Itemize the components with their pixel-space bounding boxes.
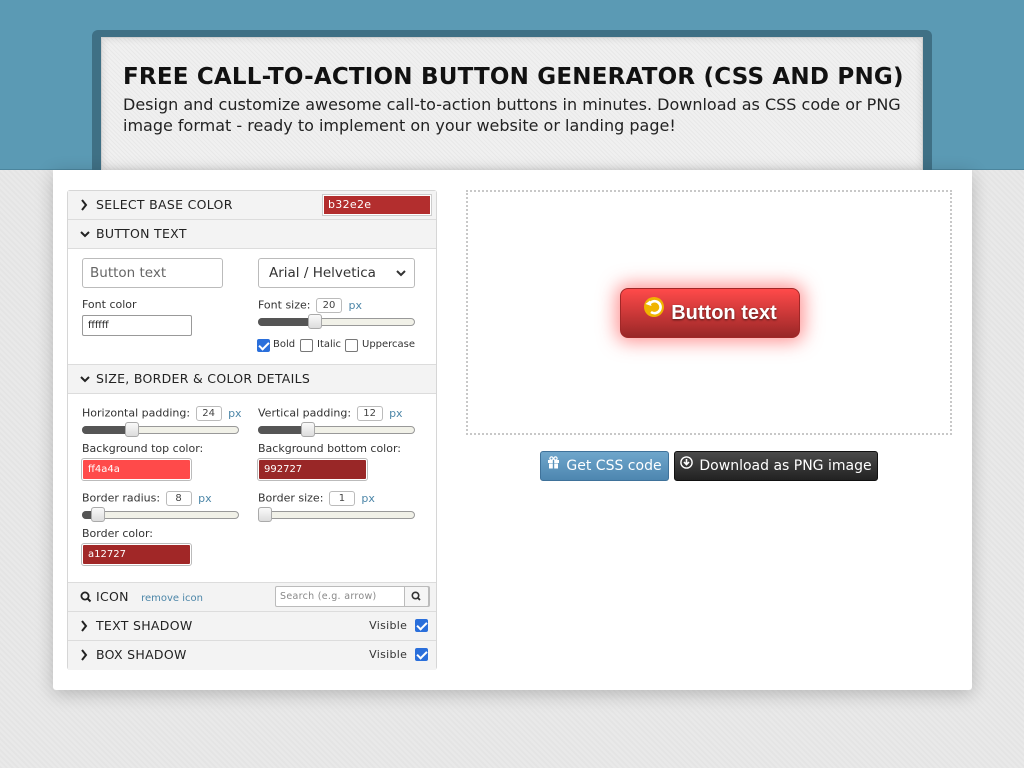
visible-label: Visible — [369, 648, 408, 661]
section-label: SELECT BASE COLOR — [96, 197, 233, 212]
v-padding-slider[interactable] — [258, 422, 415, 437]
button-text-placeholder: Button text — [90, 265, 167, 281]
preview-button[interactable]: Button text — [620, 288, 800, 338]
base-color-picker[interactable]: b32e2e — [322, 194, 432, 216]
italic-checkbox[interactable] — [300, 339, 313, 352]
button-text-input[interactable]: Button text — [82, 258, 223, 288]
slider-track — [82, 511, 239, 519]
remove-icon-link[interactable]: remove icon — [141, 593, 203, 604]
section-base-color[interactable]: SELECT BASE COLOR b32e2e — [68, 191, 436, 220]
font-color-label: Font color — [82, 298, 137, 311]
font-size-unit: px — [348, 298, 362, 312]
border-radius-slider[interactable] — [82, 507, 239, 522]
border-radius-unit: px — [198, 491, 212, 505]
icon-search-placeholder: Search (e.g. arrow) — [280, 591, 377, 602]
section-label: BOX SHADOW — [96, 647, 187, 662]
h-padding-input[interactable]: 24 — [195, 406, 222, 421]
border-size-label-text: Border size: — [258, 491, 324, 505]
border-radius-input[interactable]: 8 — [165, 491, 192, 506]
border-radius-label-text: Border radius: — [82, 491, 161, 505]
border-size-unit: px — [361, 491, 375, 505]
gift-icon — [547, 451, 560, 479]
generator-card: SELECT BASE COLOR b32e2e BUTTON TEXT But… — [53, 170, 972, 690]
section-text-shadow[interactable]: TEXT SHADOW Visible — [68, 612, 436, 641]
text-shadow-visible: Visible — [369, 612, 428, 640]
section-box-shadow[interactable]: BOX SHADOW Visible — [68, 641, 436, 670]
download-circle-icon — [680, 451, 694, 479]
border-size-label: Border size: 1 px — [258, 491, 375, 506]
slider-thumb[interactable] — [300, 422, 315, 437]
v-padding-input[interactable]: 12 — [356, 406, 383, 421]
bold-label: Bold — [273, 339, 296, 350]
visible-label: Visible — [369, 619, 408, 632]
border-color-field[interactable]: a12727 — [81, 543, 192, 566]
uppercase-label: Uppercase — [362, 339, 416, 350]
italic-label: Italic — [317, 339, 342, 350]
h-padding-unit: px — [228, 406, 242, 420]
slider-thumb[interactable] — [90, 507, 105, 522]
bg-top-label: Background top color: — [82, 442, 204, 455]
slider-thumb[interactable] — [258, 507, 272, 522]
bg-bottom-color-field[interactable]: 992727 — [257, 458, 368, 481]
undo-circle-arrow-icon — [643, 288, 665, 336]
section-label: TEXT SHADOW — [96, 618, 193, 633]
base-color-value: b32e2e — [328, 198, 372, 211]
download-png-button[interactable]: Download as PNG image — [674, 451, 878, 481]
preview-button-label: Button text — [671, 302, 777, 324]
font-family-value: Arial / Helvetica — [269, 265, 376, 281]
details-body: Horizontal padding: 24 px Vertical paddi… — [68, 394, 436, 583]
section-label: BUTTON TEXT — [96, 226, 187, 241]
download-png-label: Download as PNG image — [699, 458, 872, 474]
settings-panel: SELECT BASE COLOR b32e2e BUTTON TEXT But… — [67, 190, 437, 670]
button-text-body: Button text Arial / Helvetica Font color… — [68, 249, 436, 365]
font-size-label-text: Font size: — [258, 298, 311, 312]
box-shadow-visible: Visible — [369, 641, 428, 669]
icon-search-input[interactable]: Search (e.g. arrow) — [275, 586, 430, 607]
chevron-right-icon — [80, 641, 88, 680]
uppercase-checkbox[interactable] — [345, 339, 358, 352]
chevron-down-icon — [396, 259, 406, 298]
page-subtitle: Design and customize awesome call-to-act… — [123, 95, 901, 135]
v-padding-unit: px — [389, 406, 403, 420]
bg-bottom-label: Background bottom color: — [258, 442, 401, 455]
button-preview-area: Button text — [466, 190, 952, 435]
get-css-label: Get CSS code — [566, 458, 662, 474]
border-size-input[interactable]: 1 — [328, 491, 355, 506]
font-size-input[interactable]: 20 — [315, 298, 342, 313]
border-color-label: Border color: — [82, 527, 153, 540]
box-shadow-visible-checkbox[interactable] — [415, 647, 428, 661]
get-css-button[interactable]: Get CSS code — [540, 451, 669, 481]
section-label: ICON — [96, 589, 129, 604]
font-size-label: Font size: 20 px — [258, 298, 362, 313]
h-padding-label-text: Horizontal padding: — [82, 406, 191, 420]
font-family-select[interactable]: Arial / Helvetica — [258, 258, 415, 288]
section-icon[interactable]: ICON remove icon Search (e.g. arrow) — [68, 583, 436, 612]
slider-fill — [258, 318, 316, 326]
bold-checkbox[interactable] — [257, 339, 270, 352]
icon-search-button[interactable] — [404, 586, 429, 607]
font-color-field[interactable]: ffffff — [82, 315, 192, 336]
border-size-slider[interactable] — [258, 507, 415, 522]
section-label: SIZE, BORDER & COLOR DETAILS — [96, 371, 311, 386]
font-size-slider[interactable] — [258, 314, 415, 329]
h-padding-label: Horizontal padding: 24 px — [82, 406, 242, 421]
font-color-value: ffffff — [88, 320, 109, 331]
section-button-text[interactable]: BUTTON TEXT — [68, 220, 436, 249]
bg-bottom-color-value: 992727 — [264, 464, 303, 475]
v-padding-label-text: Vertical padding: — [258, 406, 352, 420]
border-color-value: a12727 — [88, 549, 126, 560]
border-radius-label: Border radius: 8 px — [82, 491, 212, 506]
section-size-border-color[interactable]: SIZE, BORDER & COLOR DETAILS — [68, 365, 436, 394]
v-padding-label: Vertical padding: 12 px — [258, 406, 403, 421]
bg-top-color-value: ff4a4a — [88, 464, 120, 475]
slider-thumb[interactable] — [124, 422, 139, 437]
page-title: FREE CALL-TO-ACTION BUTTON GENERATOR (CS… — [123, 64, 904, 90]
slider-thumb[interactable] — [308, 314, 323, 329]
header: FREE CALL-TO-ACTION BUTTON GENERATOR (CS… — [101, 37, 923, 170]
bg-top-color-field[interactable]: ff4a4a — [81, 458, 192, 481]
h-padding-slider[interactable] — [82, 422, 239, 437]
slider-track — [258, 511, 415, 519]
text-shadow-visible-checkbox[interactable] — [415, 618, 428, 632]
